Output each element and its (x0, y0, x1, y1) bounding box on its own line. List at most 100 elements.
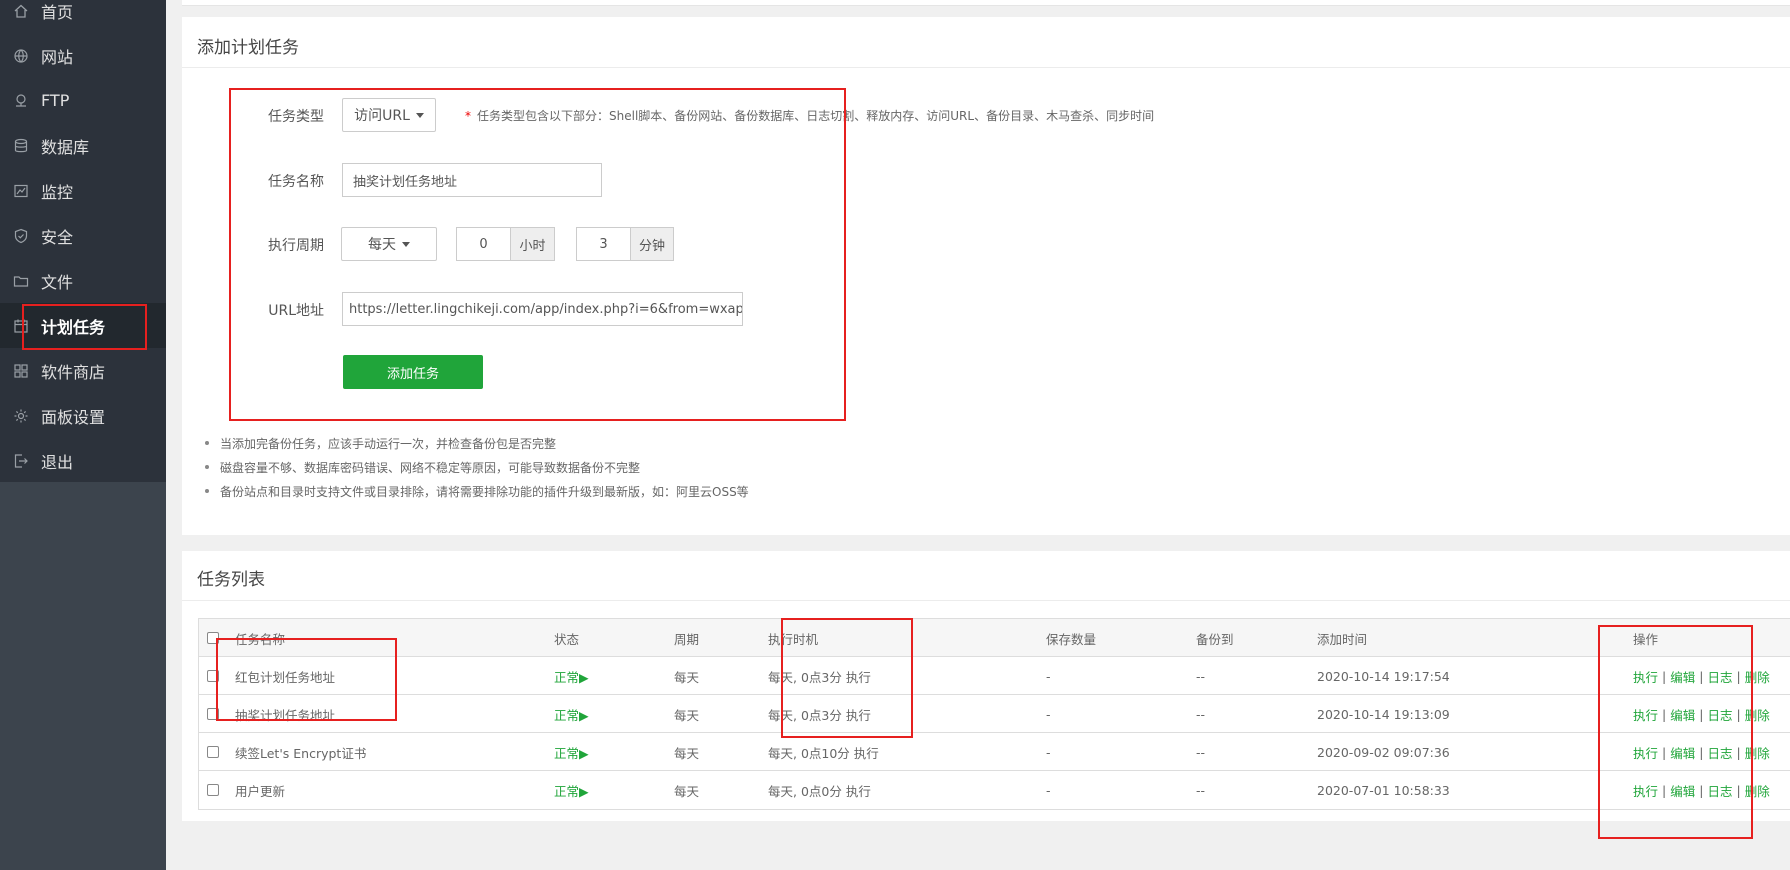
log-link[interactable]: 日志 (1707, 781, 1732, 800)
row-ops: 执行 | 编辑 | 日志 | 删除 (1633, 695, 1770, 733)
task-type-hint-text: 任务类型包含以下部分：Shell脚本、备份网站、备份数据库、日志切割、释放内存、… (477, 109, 1155, 123)
task-type-value: 访问URL (354, 108, 410, 124)
run-link[interactable]: 执行 (1633, 705, 1658, 724)
row-timing: 每天, 0点10分 执行 (768, 745, 879, 761)
cycle-label: 执行周期 (268, 238, 324, 254)
sidebar-item-label: 安全 (41, 227, 74, 247)
sidebar-item-database[interactable]: 数据库 (0, 123, 166, 168)
tip-item: 备份站点和目录时支持文件或目录排除，请将需要排除功能的插件升级到最新版，如：阿里… (205, 485, 749, 499)
delete-link[interactable]: 删除 (1745, 781, 1770, 800)
row-added: 2020-10-14 19:17:54 (1317, 668, 1450, 684)
select-all-checkbox[interactable] (207, 632, 219, 644)
row-keep: - (1046, 706, 1051, 722)
database-icon (13, 138, 29, 154)
col-keep: 保存数量 (1046, 631, 1097, 647)
row-name: 抽奖计划任务地址 (235, 707, 336, 723)
ops-separator: | (1662, 744, 1667, 760)
row-backup-to: -- (1196, 744, 1206, 760)
ops-separator: | (1736, 668, 1741, 684)
sidebar-item-settings[interactable]: 面板设置 (0, 393, 166, 438)
log-link[interactable]: 日志 (1707, 743, 1732, 762)
minute-input[interactable]: 3 (576, 227, 631, 261)
run-link[interactable]: 执行 (1633, 667, 1658, 686)
ops-separator: | (1699, 706, 1704, 722)
caret-down-icon (402, 241, 410, 247)
sidebar-item-store[interactable]: 软件商店 (0, 348, 166, 393)
run-link[interactable]: 执行 (1633, 781, 1658, 800)
row-backup-to: -- (1196, 668, 1206, 684)
log-link[interactable]: 日志 (1707, 667, 1732, 686)
sidebar-item-security[interactable]: 安全 (0, 213, 166, 258)
ops-separator: | (1736, 706, 1741, 722)
add-task-button[interactable]: 添加任务 (343, 355, 483, 389)
table-row: 续签Let's Encrypt证书 正常▶ 每天 每天, 0点10分 执行 - … (199, 733, 1790, 771)
col-ops: 操作 (1633, 631, 1659, 647)
row-status[interactable]: 正常▶ (554, 657, 589, 695)
grid-icon (13, 363, 29, 379)
sidebar: 首页 网站 FTP 数据库 监控 安全 文件 计划任务 软件商店 面板设置 退出 (0, 0, 166, 870)
monitor-icon (13, 183, 29, 199)
col-added: 添加时间 (1317, 631, 1368, 647)
row-checkbox[interactable] (207, 746, 219, 758)
sidebar-item-label: FTP (41, 91, 70, 110)
url-input[interactable]: https://letter.lingchikeji.com/app/index… (342, 292, 743, 326)
logout-icon (13, 453, 29, 469)
row-name: 红包计划任务地址 (235, 669, 336, 685)
run-link[interactable]: 执行 (1633, 743, 1658, 762)
row-backup-to: -- (1196, 706, 1206, 722)
ftp-icon (13, 93, 29, 109)
hour-unit: 小时 (510, 227, 555, 261)
sidebar-item-label: 文件 (41, 272, 74, 292)
table-row: 用户更新 正常▶ 每天 每天, 0点0分 执行 - -- 2020-07-01 … (199, 771, 1790, 809)
sidebar-item-ftp[interactable]: FTP (0, 78, 166, 123)
ops-separator: | (1662, 782, 1667, 798)
row-cycle: 每天 (674, 745, 700, 761)
shield-icon (13, 228, 29, 244)
row-cycle: 每天 (674, 707, 700, 723)
delete-link[interactable]: 删除 (1745, 667, 1770, 686)
edit-link[interactable]: 编辑 (1670, 667, 1695, 686)
row-status[interactable]: 正常▶ (554, 695, 589, 733)
hour-input[interactable]: 0 (456, 227, 511, 261)
task-table: 任务名称 状态 周期 执行时机 保存数量 备份到 添加时间 操作 红包计划任务地… (198, 618, 1790, 810)
row-checkbox[interactable] (207, 708, 219, 720)
delete-link[interactable]: 删除 (1745, 743, 1770, 762)
table-row: 抽奖计划任务地址 正常▶ 每天 每天, 0点3分 执行 - -- 2020-10… (199, 695, 1790, 733)
row-added: 2020-10-14 19:13:09 (1317, 706, 1450, 722)
sidebar-item-website[interactable]: 网站 (0, 33, 166, 78)
ops-separator: | (1662, 706, 1667, 722)
sidebar-item-monitor[interactable]: 监控 (0, 168, 166, 213)
sidebar-item-cron[interactable]: 计划任务 (0, 303, 166, 348)
edit-link[interactable]: 编辑 (1670, 705, 1695, 724)
delete-link[interactable]: 删除 (1745, 705, 1770, 724)
task-type-dropdown[interactable]: 访问URL (342, 98, 436, 132)
panel-divider (182, 600, 1790, 601)
calendar-icon (13, 318, 29, 334)
row-keep: - (1046, 668, 1051, 684)
tip-item: 磁盘容量不够、数据库密码错误、网络不稳定等原因，可能导致数据备份不完整 (204, 461, 641, 475)
top-panel-edge (182, 0, 1790, 6)
edit-link[interactable]: 编辑 (1670, 743, 1695, 762)
log-link[interactable]: 日志 (1707, 705, 1732, 724)
row-checkbox[interactable] (207, 784, 219, 796)
cycle-dropdown[interactable]: 每天 (341, 227, 437, 261)
sidebar-item-logout[interactable]: 退出 (0, 438, 166, 483)
row-status[interactable]: 正常▶ (554, 733, 589, 771)
ops-separator: | (1699, 744, 1704, 760)
sidebar-item-label: 面板设置 (41, 407, 106, 427)
row-status[interactable]: 正常▶ (554, 771, 589, 809)
sidebar-item-label: 退出 (41, 452, 74, 472)
cycle-value: 每天 (368, 237, 396, 253)
caret-down-icon (415, 112, 424, 118)
row-checkbox[interactable] (207, 670, 219, 682)
row-timing: 每天, 0点0分 执行 (768, 783, 871, 799)
row-ops: 执行 | 编辑 | 日志 | 删除 (1633, 733, 1770, 771)
sidebar-menu: 首页 网站 FTP 数据库 监控 安全 文件 计划任务 软件商店 面板设置 退出 (0, 0, 166, 482)
row-added: 2020-09-02 09:07:36 (1317, 744, 1450, 760)
sidebar-item-label: 软件商店 (41, 362, 106, 382)
task-name-input[interactable]: 抽奖计划任务地址 (342, 163, 602, 197)
tip-item: 当添加完备份任务，应该手动运行一次，并检查备份包是否完整 (204, 437, 557, 451)
sidebar-item-files[interactable]: 文件 (0, 258, 166, 303)
sidebar-item-home[interactable]: 首页 (0, 0, 166, 33)
edit-link[interactable]: 编辑 (1670, 781, 1695, 800)
